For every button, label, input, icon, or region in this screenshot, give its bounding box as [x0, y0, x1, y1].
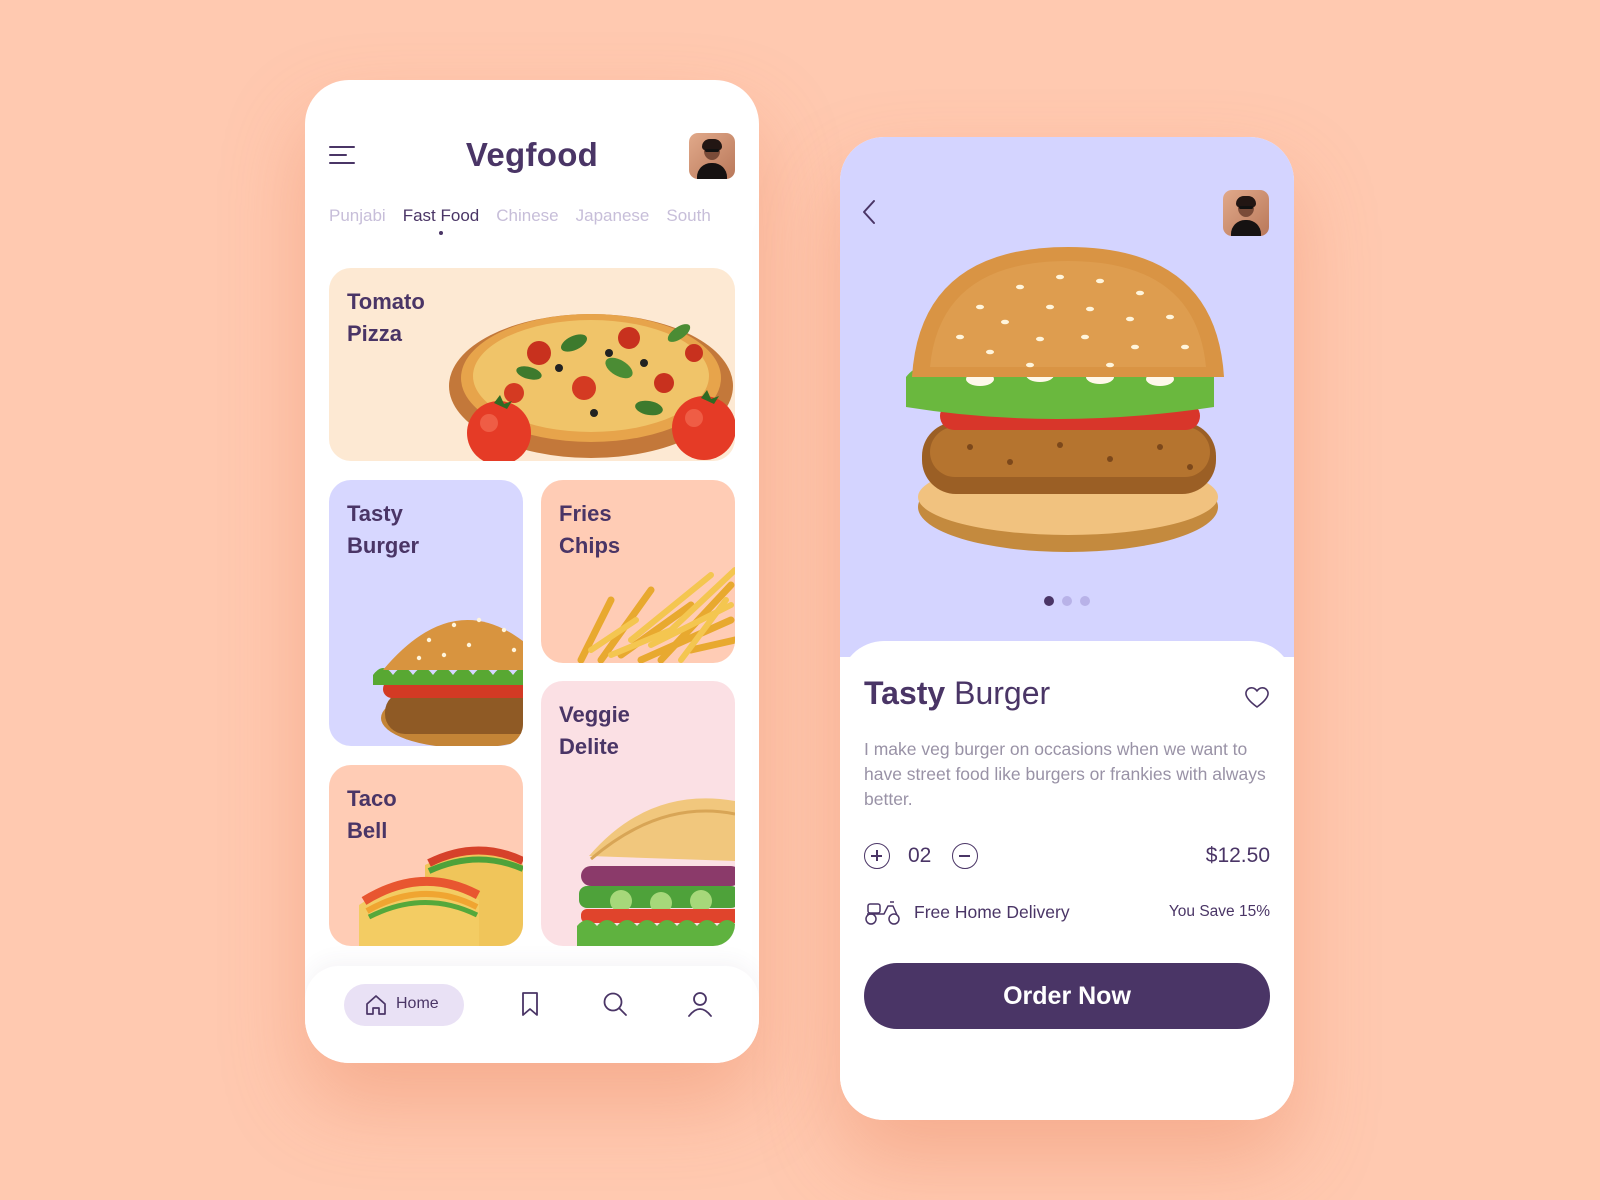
profile-avatar[interactable]	[689, 133, 735, 179]
home-screen: Vegfood Punjabi Fast Food Chinese Japanese S…	[305, 80, 759, 1063]
product-title: Tasty Burger	[864, 675, 1050, 712]
bottom-navigation: Home	[305, 966, 759, 1063]
carousel-dots	[840, 593, 1294, 611]
plus-icon[interactable]	[864, 843, 890, 869]
search-icon[interactable]	[602, 991, 628, 1017]
product-details-sheet: Tasty Burger I make veg burger on occasi…	[840, 641, 1294, 1120]
card-tasty-burger[interactable]: Tasty Burger	[329, 480, 523, 746]
carousel-dot[interactable]	[1062, 596, 1072, 606]
tab-chinese[interactable]: Chinese	[496, 206, 558, 226]
product-description: I make veg burger on occasions when we w…	[864, 739, 1266, 809]
tab-punjabi[interactable]: Punjabi	[329, 206, 386, 226]
product-hero	[840, 137, 1294, 657]
savings-text: You Save 15%	[1168, 903, 1270, 920]
card-title: Veggie Delite	[559, 702, 630, 759]
delivery-row: Free Home Delivery You Save 15%	[864, 896, 1270, 926]
nav-home-label: Home	[396, 995, 439, 1012]
product-price: $12.50	[1205, 844, 1270, 867]
minus-icon[interactable]	[952, 843, 978, 869]
quantity-row: 02 $12.50	[864, 842, 1270, 872]
card-title: Tasty Burger	[347, 501, 420, 558]
card-title: Tomato Pizza	[347, 289, 425, 346]
burger-hero-image	[906, 247, 1224, 552]
bookmark-icon[interactable]	[518, 991, 542, 1017]
product-title-bold: Tasty	[864, 675, 946, 711]
carousel-dot[interactable]	[1044, 596, 1054, 606]
card-tomato-pizza[interactable]: Tomato Pizza	[329, 268, 735, 461]
card-taco-bell[interactable]: Taco Bell	[329, 765, 523, 946]
user-icon[interactable]	[687, 991, 713, 1017]
card-title: Fries Chips	[559, 501, 621, 558]
tab-south[interactable]: South	[666, 206, 710, 226]
profile-avatar[interactable]	[1223, 190, 1269, 236]
home-icon	[366, 995, 386, 1015]
heart-icon[interactable]	[1244, 685, 1270, 709]
nav-home-button[interactable]: Home	[344, 984, 464, 1026]
quantity-value: 02	[908, 844, 932, 867]
product-title-rest: Burger	[945, 675, 1051, 711]
card-fries-chips[interactable]: Fries Chips	[541, 480, 735, 663]
card-title: Taco Bell	[347, 786, 397, 843]
carousel-dot[interactable]	[1080, 596, 1090, 606]
scooter-icon	[865, 901, 900, 925]
tab-fast-food[interactable]: Fast Food	[403, 206, 479, 235]
delivery-text: Free Home Delivery	[914, 902, 1070, 922]
detail-screen: Tasty Burger I make veg burger on occasi…	[840, 137, 1294, 1120]
card-veggie-delite[interactable]: Veggie Delite	[541, 681, 735, 946]
category-tabs: Punjabi Fast Food Chinese Japanese South	[329, 206, 759, 246]
order-now-button[interactable]: Order Now	[864, 963, 1270, 1029]
tab-japanese[interactable]: Japanese	[576, 206, 650, 226]
back-chevron-icon[interactable]	[860, 197, 880, 227]
